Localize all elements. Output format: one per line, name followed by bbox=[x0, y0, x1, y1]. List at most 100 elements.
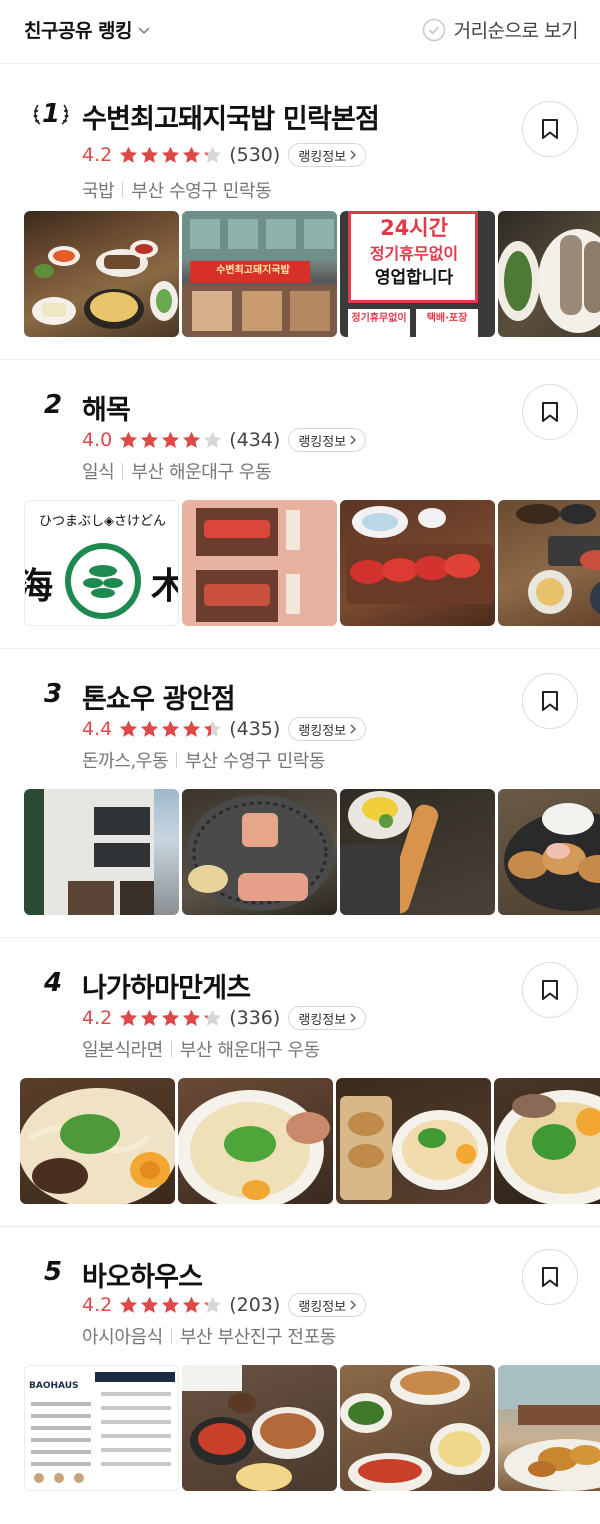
chevron-right-icon bbox=[350, 724, 357, 734]
photo-illustration bbox=[182, 1365, 324, 1491]
meta-divider bbox=[176, 752, 178, 768]
logo-photo[interactable]: ひつまぶし◈さけどん 海 木 bbox=[24, 500, 179, 626]
food-photo[interactable] bbox=[20, 1078, 175, 1204]
star-full-icon bbox=[162, 146, 180, 163]
chevron-right-icon bbox=[350, 1300, 357, 1310]
rank-number: 5 bbox=[43, 1257, 63, 1287]
menu-photo[interactable]: BAOHAUS bbox=[24, 1365, 179, 1491]
food-photo[interactable] bbox=[494, 1078, 600, 1204]
food-photo[interactable] bbox=[498, 211, 600, 337]
place-name[interactable]: 톤쇼우 광안점 bbox=[82, 677, 236, 716]
rating-row: 4.2 (203) 랭킹정보 bbox=[82, 1291, 367, 1319]
bookmark-button[interactable] bbox=[522, 101, 578, 157]
review-count: (336) bbox=[229, 1007, 281, 1029]
place-name[interactable]: 수변최고돼지국밥 민락본점 bbox=[82, 97, 380, 136]
food-photo[interactable] bbox=[498, 500, 600, 626]
star-full-icon bbox=[120, 431, 138, 448]
ranking-info-button[interactable]: 랭킹정보 bbox=[288, 717, 367, 741]
place-card[interactable]: 5 바오하우스 4.2 (203) 랭킹정보 아시아음식 부산 부산진구 전포동 … bbox=[0, 1227, 600, 1524]
ranking-info-button[interactable]: 랭킹정보 bbox=[288, 1293, 367, 1317]
star-half-icon bbox=[204, 1009, 222, 1026]
food-photo[interactable] bbox=[24, 211, 179, 337]
star-rating bbox=[118, 430, 223, 451]
photo-strip[interactable] bbox=[0, 1078, 600, 1204]
review-count: (434) bbox=[229, 429, 281, 451]
sign-line2: 정기휴무없이 bbox=[369, 244, 459, 263]
photo-illustration bbox=[178, 1090, 330, 1204]
place-card[interactable]: 1 수변최고돼지국밥 민락본점 4.2 (530) 랭킹정보 국밥 부산 수영구 … bbox=[0, 65, 600, 359]
ranking-sort-dropdown[interactable]: 친구공유 랭킹 bbox=[24, 16, 152, 43]
bookmark-icon bbox=[542, 980, 558, 1000]
bookmark-button[interactable] bbox=[522, 1249, 578, 1305]
place-card[interactable]: 3 톤쇼우 광안점 4.4 (435) 랭킹정보 돈까스,우동 부산 수영구 민락… bbox=[0, 649, 600, 937]
storefront-sign-text: 수변최고돼지국밥 bbox=[216, 265, 290, 276]
bookmark-icon bbox=[542, 119, 558, 139]
photo-strip[interactable]: 수변최고돼지국밥 24시간 정기휴무없이 영업합니다 정기휴무없이 택배·포장 bbox=[0, 211, 600, 337]
chevron-right-icon bbox=[350, 435, 357, 445]
photo-illustration bbox=[24, 789, 154, 915]
photo-strip[interactable]: ひつまぶし◈さけどん 海 木 bbox=[0, 500, 600, 626]
rating-score: 4.2 bbox=[82, 1294, 113, 1316]
food-photo[interactable] bbox=[182, 1365, 337, 1491]
place-category: 돈까스,우동 bbox=[82, 751, 169, 772]
logo-emblem-icon bbox=[65, 543, 141, 619]
star-full-icon bbox=[183, 431, 201, 448]
food-photo[interactable] bbox=[340, 500, 495, 626]
star-full-icon bbox=[162, 1296, 180, 1313]
photo-strip[interactable] bbox=[0, 789, 600, 915]
distance-sort-toggle[interactable]: 거리순으로 보기 bbox=[422, 16, 579, 43]
ranking-info-button[interactable]: 랭킹정보 bbox=[288, 1006, 367, 1030]
rank-number: 1 bbox=[28, 99, 74, 129]
food-photo[interactable] bbox=[498, 1365, 600, 1491]
menu-photo[interactable] bbox=[182, 500, 337, 626]
rank-number: 4 bbox=[43, 968, 63, 998]
photo-illustration bbox=[346, 506, 494, 604]
check-circle-icon bbox=[422, 18, 445, 41]
photo-illustration bbox=[196, 508, 300, 622]
sign-photo[interactable]: 24시간 정기휴무없이 영업합니다 정기휴무없이 택배·포장 bbox=[340, 211, 495, 337]
rating-score: 4.0 bbox=[82, 429, 113, 451]
food-photo[interactable] bbox=[340, 789, 495, 915]
photo-illustration bbox=[20, 1088, 175, 1204]
bookmark-button[interactable] bbox=[522, 384, 578, 440]
bookmark-icon bbox=[542, 691, 558, 711]
food-photo[interactable] bbox=[178, 1078, 333, 1204]
photo-illustration bbox=[498, 1365, 600, 1491]
logo-char-right: 木 bbox=[151, 566, 178, 607]
star-half-icon bbox=[204, 1296, 222, 1313]
bookmark-button[interactable] bbox=[522, 673, 578, 729]
rating-score: 4.2 bbox=[82, 1007, 113, 1029]
building-photo[interactable] bbox=[24, 789, 179, 915]
storefront-photo[interactable]: 수변최고돼지국밥 bbox=[182, 211, 337, 337]
star-half-icon bbox=[204, 146, 222, 163]
food-photo[interactable] bbox=[182, 789, 337, 915]
photo-strip[interactable]: BAOHAUS bbox=[0, 1365, 600, 1491]
place-card[interactable]: 4 나가하마만게츠 4.2 (336) 랭킹정보 일본식라면 부산 해운대구 우동 bbox=[0, 938, 600, 1226]
star-full-icon bbox=[183, 720, 201, 737]
photo-illustration bbox=[504, 803, 600, 911]
star-full-icon bbox=[120, 146, 138, 163]
ranking-info-label: 랭킹정보 bbox=[298, 723, 347, 739]
distance-sort-label: 거리순으로 보기 bbox=[453, 20, 579, 42]
star-rating bbox=[118, 1295, 223, 1316]
place-meta: 국밥 부산 수영구 민락동 bbox=[82, 177, 272, 203]
star-half-icon bbox=[204, 720, 222, 737]
food-photo[interactable] bbox=[498, 789, 600, 915]
logo-char-left: 海 bbox=[25, 566, 53, 607]
star-full-icon bbox=[120, 1009, 138, 1026]
ranking-info-button[interactable]: 랭킹정보 bbox=[288, 143, 367, 167]
star-full-icon bbox=[141, 1296, 159, 1313]
place-card[interactable]: 2 해목 4.0 (434) 랭킹정보 일식 부산 해운대구 우동 ひつまぶし◈さ… bbox=[0, 360, 600, 648]
place-name[interactable]: 나가하마만게츠 bbox=[82, 966, 251, 1005]
review-count: (203) bbox=[229, 1294, 281, 1316]
food-photo[interactable] bbox=[340, 1365, 495, 1491]
meta-divider bbox=[122, 463, 124, 479]
place-name[interactable]: 바오하우스 bbox=[82, 1255, 203, 1294]
place-name[interactable]: 해목 bbox=[82, 388, 131, 427]
bookmark-button[interactable] bbox=[522, 962, 578, 1018]
star-full-icon bbox=[162, 1009, 180, 1026]
food-photo[interactable] bbox=[336, 1078, 491, 1204]
star-full-icon bbox=[162, 431, 180, 448]
logo-caption: ひつまぶし◈さけどん bbox=[39, 514, 166, 529]
ranking-info-button[interactable]: 랭킹정보 bbox=[288, 428, 367, 452]
